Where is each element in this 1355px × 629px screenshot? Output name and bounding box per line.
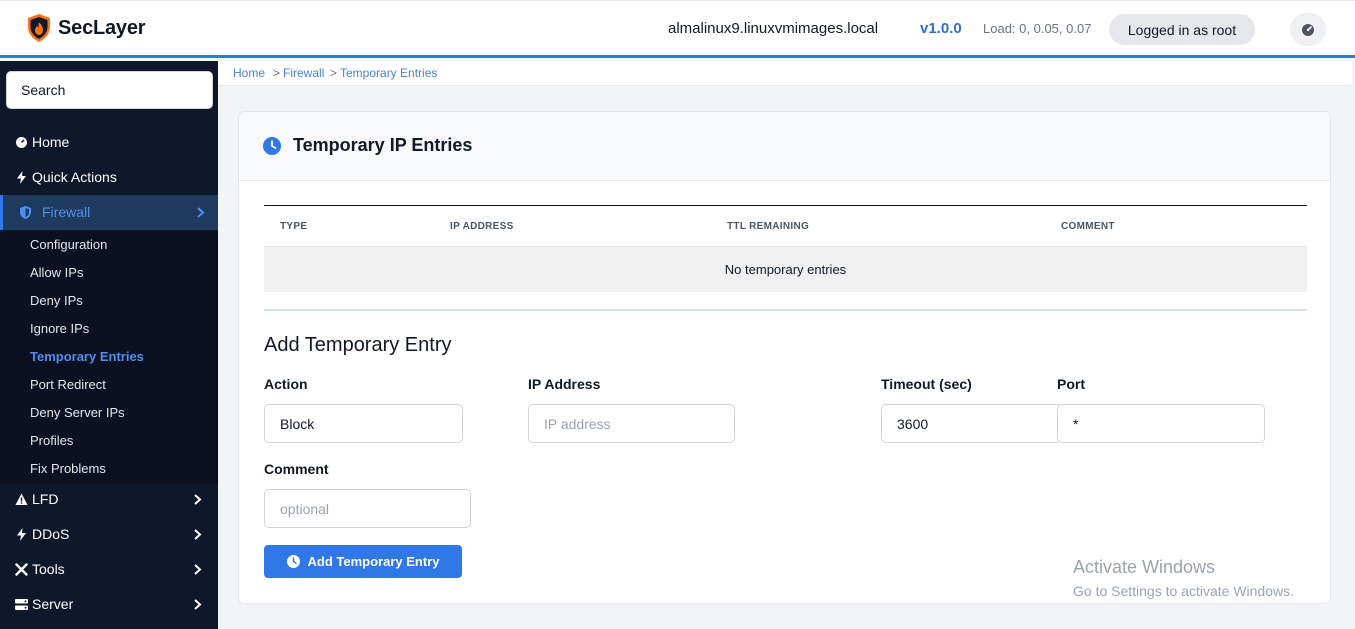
comment-label: Comment: [264, 461, 329, 477]
sidebar: Search Home Quick Actions Firewall Confi…: [0, 61, 218, 629]
hostname: almalinux9.linuxvmimages.local: [668, 20, 879, 37]
sidebar-item-label: Quick Actions: [32, 169, 117, 185]
ip-address-input[interactable]: IP address: [528, 404, 735, 443]
sidebar-item-server[interactable]: Server: [0, 587, 218, 622]
chevron-right-icon: [197, 207, 205, 218]
page-title: Temporary IP Entries: [293, 135, 473, 155]
column-header-ttl-remaining: TTL REMAINING: [727, 221, 810, 232]
sidebar-item-label: Tools: [32, 561, 65, 577]
submenu-item-fix-problems[interactable]: Fix Problems: [30, 461, 106, 476]
column-header-ip-address: IP ADDRESS: [450, 221, 514, 232]
form-title: Add Temporary Entry: [264, 334, 452, 356]
activation-watermark-subtitle: Go to Settings to activate Windows.: [1073, 583, 1294, 599]
add-temporary-entry-label: Add Temporary Entry: [307, 554, 440, 569]
bolt-icon: [17, 528, 26, 541]
action-label: Action: [264, 376, 308, 392]
chevron-right-icon: [194, 564, 202, 575]
sidebar-item-label: DDoS: [32, 526, 70, 542]
gauge-icon: [16, 137, 27, 148]
server-icon: [15, 599, 28, 610]
sidebar-item-firewall[interactable]: Firewall: [0, 195, 218, 230]
action-select[interactable]: Block: [264, 404, 463, 443]
clock-icon: [286, 555, 300, 568]
sidebar-item-ddos[interactable]: DDoS: [0, 517, 218, 552]
activation-watermark-title: Activate Windows: [1073, 557, 1216, 577]
timeout-label: Timeout (sec): [881, 376, 972, 392]
temporary-entries-card: Temporary IP Entries TYPE IP ADDRESS TTL…: [238, 111, 1331, 604]
submenu-item-allow-ips[interactable]: Allow IPs: [30, 265, 83, 280]
brand-logo[interactable]: SecLayer: [26, 13, 146, 43]
clock-icon: [263, 137, 281, 155]
submenu-item-deny-server-ips[interactable]: Deny Server IPs: [30, 405, 125, 420]
port-label: Port: [1057, 376, 1085, 392]
version-label: v1.0.0: [920, 20, 962, 37]
submenu-item-ignore-ips[interactable]: Ignore IPs: [30, 321, 89, 336]
warning-icon: [15, 493, 28, 505]
shield-icon: [20, 206, 31, 219]
submenu-item-configuration[interactable]: Configuration: [30, 237, 107, 252]
submenu-item-profiles[interactable]: Profiles: [30, 433, 73, 448]
seclayer-logo-icon: [28, 14, 50, 42]
sidebar-item-label: Server: [32, 596, 74, 612]
chevron-right-icon: [194, 599, 202, 610]
load-average: Load: 0, 0.05, 0.07: [983, 21, 1092, 36]
breadcrumb-firewall[interactable]: Firewall: [283, 66, 324, 80]
brand-name: SecLayer: [58, 16, 146, 39]
sidebar-item-home[interactable]: Home: [0, 125, 218, 160]
section-divider: [264, 309, 1307, 311]
submenu-item-temporary-entries[interactable]: Temporary Entries: [30, 349, 144, 364]
timeout-input[interactable]: 3600: [881, 404, 1061, 443]
breadcrumb-home[interactable]: Home: [233, 66, 265, 80]
tools-icon: [15, 563, 28, 576]
sidebar-item-label: LFD: [32, 491, 59, 507]
logged-in-badge[interactable]: Logged in as root: [1109, 14, 1255, 45]
search-input[interactable]: Search: [6, 71, 213, 109]
chevron-right-icon: [194, 529, 202, 540]
comment-input[interactable]: optional: [264, 489, 471, 528]
sidebar-item-quick-actions[interactable]: Quick Actions: [0, 160, 218, 195]
bolt-icon: [17, 171, 26, 184]
column-header-type: TYPE: [280, 221, 308, 232]
gauge-icon: [1302, 23, 1314, 36]
breadcrumb-current: Temporary Entries: [340, 66, 438, 80]
card-header: Temporary IP Entries: [239, 112, 1330, 181]
top-bar: SecLayer almalinux9.linuxvmimages.local …: [0, 0, 1355, 58]
sidebar-item-label: Home: [32, 134, 70, 150]
breadcrumb-separator: >: [273, 66, 281, 80]
table-header: TYPE IP ADDRESS TTL REMAINING COMMENT: [264, 205, 1307, 247]
breadcrumb: Home > Firewall > Temporary Entries: [218, 61, 1352, 86]
port-input[interactable]: *: [1057, 404, 1265, 443]
empty-state-row: No temporary entries: [264, 247, 1307, 292]
column-header-comment: COMMENT: [1061, 221, 1115, 232]
ip-address-label: IP Address: [528, 376, 601, 392]
submenu-item-port-redirect[interactable]: Port Redirect: [30, 377, 106, 392]
chevron-right-icon: [194, 494, 202, 505]
dashboard-button[interactable]: [1290, 13, 1326, 46]
sidebar-item-lfd[interactable]: LFD: [0, 482, 218, 517]
submenu-item-deny-ips[interactable]: Deny IPs: [30, 293, 83, 308]
sidebar-item-label: Firewall: [42, 204, 91, 220]
breadcrumb-separator: >: [330, 66, 338, 80]
add-temporary-entry-button[interactable]: Add Temporary Entry: [264, 545, 462, 578]
sidebar-item-tools[interactable]: Tools: [0, 552, 218, 587]
